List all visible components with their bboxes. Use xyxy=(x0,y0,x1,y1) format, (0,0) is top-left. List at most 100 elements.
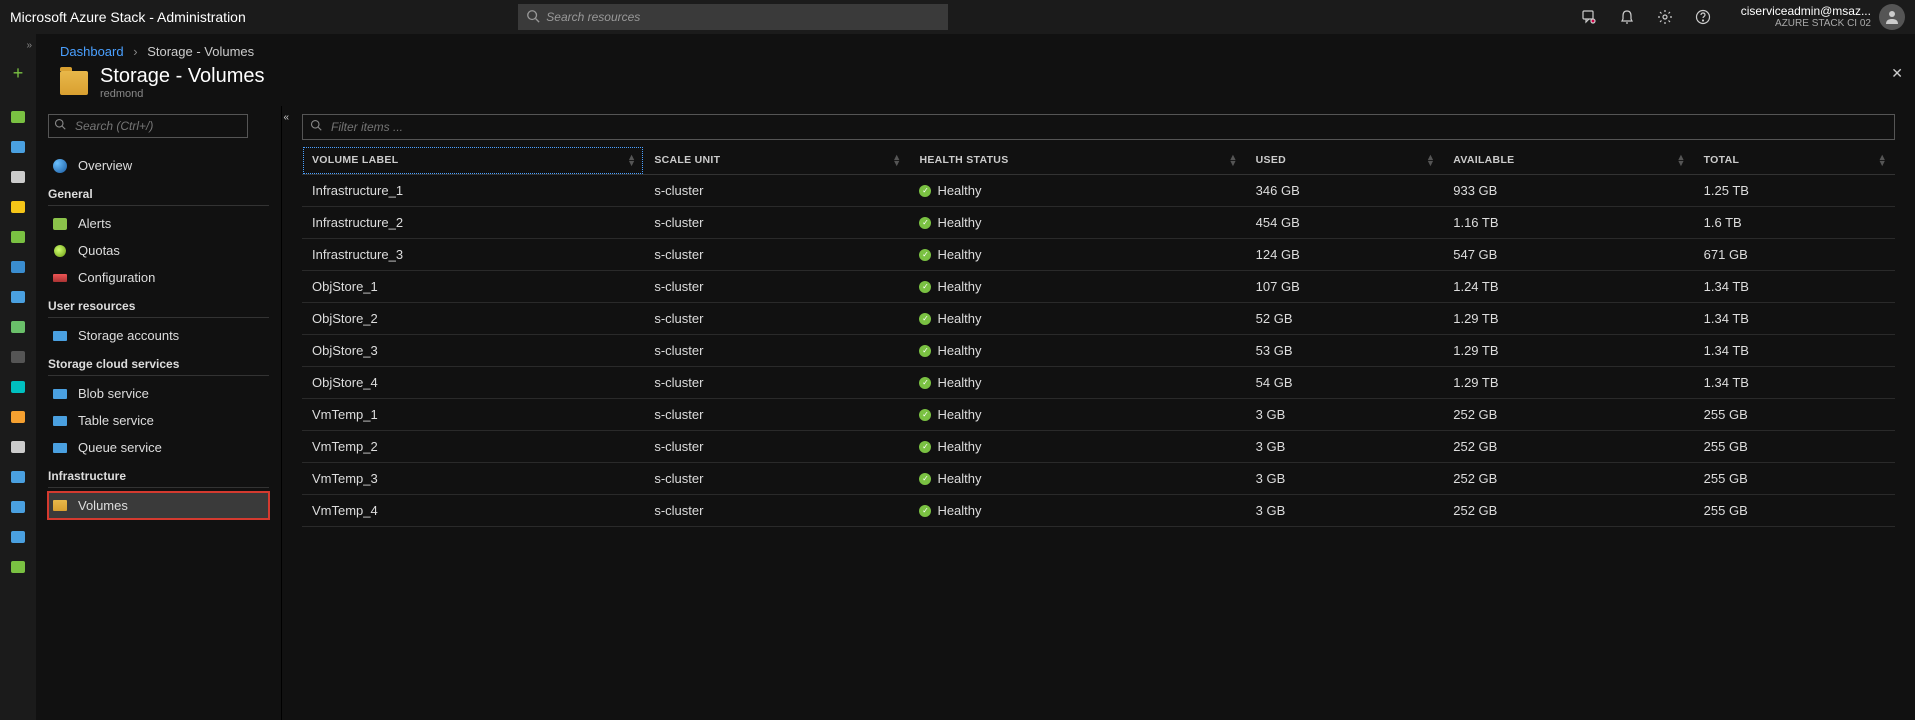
column-available[interactable]: AVAILABLE▲▼ xyxy=(1443,146,1693,175)
menu-item-blob-service[interactable]: Blob service xyxy=(48,380,269,407)
quota-icon xyxy=(52,244,68,258)
cell-total: 1.34 TB xyxy=(1694,271,1895,303)
cell-label: ObjStore_2 xyxy=(302,303,644,335)
breadcrumb: Dashboard › Storage - Volumes xyxy=(36,34,1915,65)
blade-header: Storage - Volumes redmond ✕ xyxy=(36,65,1915,106)
cell-scale: s-cluster xyxy=(644,239,909,271)
cell-used: 52 GB xyxy=(1246,303,1444,335)
close-blade-button[interactable]: ✕ xyxy=(1891,65,1903,82)
filter-input[interactable] xyxy=(302,114,1895,140)
cell-used: 107 GB xyxy=(1246,271,1444,303)
column-used[interactable]: USED▲▼ xyxy=(1246,146,1444,175)
table-row[interactable]: ObjStore_3 s-cluster ✓Healthy 53 GB 1.29… xyxy=(302,335,1895,367)
blade-title: Storage - Volumes xyxy=(100,65,265,88)
cell-scale: s-cluster xyxy=(644,271,909,303)
rail-item-7[interactable] xyxy=(10,319,26,335)
menu-label: Alerts xyxy=(78,216,111,231)
table-row[interactable]: Infrastructure_1 s-cluster ✓Healthy 346 … xyxy=(302,175,1895,207)
rail-item-1[interactable] xyxy=(10,139,26,155)
collapse-menu-icon[interactable]: « xyxy=(283,112,289,123)
table-row[interactable]: ObjStore_2 s-cluster ✓Healthy 52 GB 1.29… xyxy=(302,303,1895,335)
cell-available: 547 GB xyxy=(1443,239,1693,271)
cell-total: 1.34 TB xyxy=(1694,335,1895,367)
global-search-input[interactable] xyxy=(518,4,948,30)
expand-rail-icon[interactable]: » xyxy=(0,40,36,51)
settings-icon[interactable] xyxy=(1657,9,1673,25)
table-row[interactable]: ObjStore_4 s-cluster ✓Healthy 54 GB 1.29… xyxy=(302,367,1895,399)
table-row[interactable]: VmTemp_4 s-cluster ✓Healthy 3 GB 252 GB … xyxy=(302,495,1895,527)
column-health-status[interactable]: HEALTH STATUS▲▼ xyxy=(909,146,1245,175)
storage-icon xyxy=(52,329,68,343)
rail-item-4[interactable] xyxy=(10,229,26,245)
menu-item-configuration[interactable]: Configuration xyxy=(48,264,269,291)
menu-group-title: Storage cloud services xyxy=(48,349,269,376)
menu-item-volumes[interactable]: Volumes xyxy=(48,492,269,519)
cell-health: ✓Healthy xyxy=(909,303,1245,335)
column-scale-unit[interactable]: SCALE UNIT▲▼ xyxy=(644,146,909,175)
rail-item-2[interactable] xyxy=(10,169,26,185)
sort-icon: ▲▼ xyxy=(1676,154,1685,167)
rail-item-11[interactable] xyxy=(10,439,26,455)
table-row[interactable]: VmTemp_3 s-cluster ✓Healthy 3 GB 252 GB … xyxy=(302,463,1895,495)
account-menu[interactable]: ciserviceadmin@msaz... AZURE STACK CI 02 xyxy=(1741,4,1905,30)
cell-health: ✓Healthy xyxy=(909,367,1245,399)
healthy-icon: ✓ xyxy=(919,313,931,325)
rail-item-9[interactable] xyxy=(10,379,26,395)
column-total[interactable]: TOTAL▲▼ xyxy=(1694,146,1895,175)
cell-label: ObjStore_3 xyxy=(302,335,644,367)
menu-item-alerts[interactable]: Alerts xyxy=(48,210,269,237)
healthy-icon: ✓ xyxy=(919,281,931,293)
feedback-icon[interactable] xyxy=(1581,9,1597,25)
search-icon xyxy=(54,118,66,130)
left-rail: » + xyxy=(0,34,36,720)
menu-item-queue-service[interactable]: Queue service xyxy=(48,434,269,461)
cell-scale: s-cluster xyxy=(644,431,909,463)
rail-item-15[interactable] xyxy=(10,559,26,575)
rail-item-14[interactable] xyxy=(10,529,26,545)
notifications-icon[interactable] xyxy=(1619,9,1635,25)
rail-item-3[interactable] xyxy=(10,199,26,215)
sort-icon: ▲▼ xyxy=(1228,154,1237,167)
rail-item-8[interactable] xyxy=(10,349,26,365)
cell-health: ✓Healthy xyxy=(909,463,1245,495)
menu-item-quotas[interactable]: Quotas xyxy=(48,237,269,264)
rail-item-5[interactable] xyxy=(10,259,26,275)
account-tenant: AZURE STACK CI 02 xyxy=(1741,18,1871,30)
cell-total: 1.6 TB xyxy=(1694,207,1895,239)
menu-item-storage-accounts[interactable]: Storage accounts xyxy=(48,322,269,349)
cell-label: ObjStore_4 xyxy=(302,367,644,399)
rail-item-13[interactable] xyxy=(10,499,26,515)
menu-label: Volumes xyxy=(78,498,128,513)
alert-icon xyxy=(52,217,68,231)
menu-label: Table service xyxy=(78,413,154,428)
cell-health: ✓Healthy xyxy=(909,399,1245,431)
rail-add-icon[interactable]: + xyxy=(10,65,26,81)
rail-item-12[interactable] xyxy=(10,469,26,485)
menu-search-input[interactable] xyxy=(48,114,248,138)
cell-total: 255 GB xyxy=(1694,463,1895,495)
menu-label: Queue service xyxy=(78,440,162,455)
menu-item-table-service[interactable]: Table service xyxy=(48,407,269,434)
help-icon[interactable] xyxy=(1695,9,1711,25)
healthy-icon: ✓ xyxy=(919,377,931,389)
rail-item-0[interactable] xyxy=(10,109,26,125)
cell-health: ✓Healthy xyxy=(909,175,1245,207)
table-row[interactable]: VmTemp_1 s-cluster ✓Healthy 3 GB 252 GB … xyxy=(302,399,1895,431)
rail-item-10[interactable] xyxy=(10,409,26,425)
column-volume-label[interactable]: VOLUME LABEL▲▼ xyxy=(302,146,644,175)
table-row[interactable]: Infrastructure_3 s-cluster ✓Healthy 124 … xyxy=(302,239,1895,271)
table-row[interactable]: Infrastructure_2 s-cluster ✓Healthy 454 … xyxy=(302,207,1895,239)
cell-total: 255 GB xyxy=(1694,399,1895,431)
table-row[interactable]: ObjStore_1 s-cluster ✓Healthy 107 GB 1.2… xyxy=(302,271,1895,303)
menu-label: Overview xyxy=(78,158,132,173)
cell-label: VmTemp_2 xyxy=(302,431,644,463)
cell-scale: s-cluster xyxy=(644,367,909,399)
menu-label: Blob service xyxy=(78,386,149,401)
menu-item-overview[interactable]: Overview xyxy=(48,152,269,179)
cell-health: ✓Healthy xyxy=(909,271,1245,303)
cell-label: Infrastructure_1 xyxy=(302,175,644,207)
breadcrumb-dashboard[interactable]: Dashboard xyxy=(60,44,124,59)
table-row[interactable]: VmTemp_2 s-cluster ✓Healthy 3 GB 252 GB … xyxy=(302,431,1895,463)
rail-item-6[interactable] xyxy=(10,289,26,305)
cell-total: 1.34 TB xyxy=(1694,303,1895,335)
